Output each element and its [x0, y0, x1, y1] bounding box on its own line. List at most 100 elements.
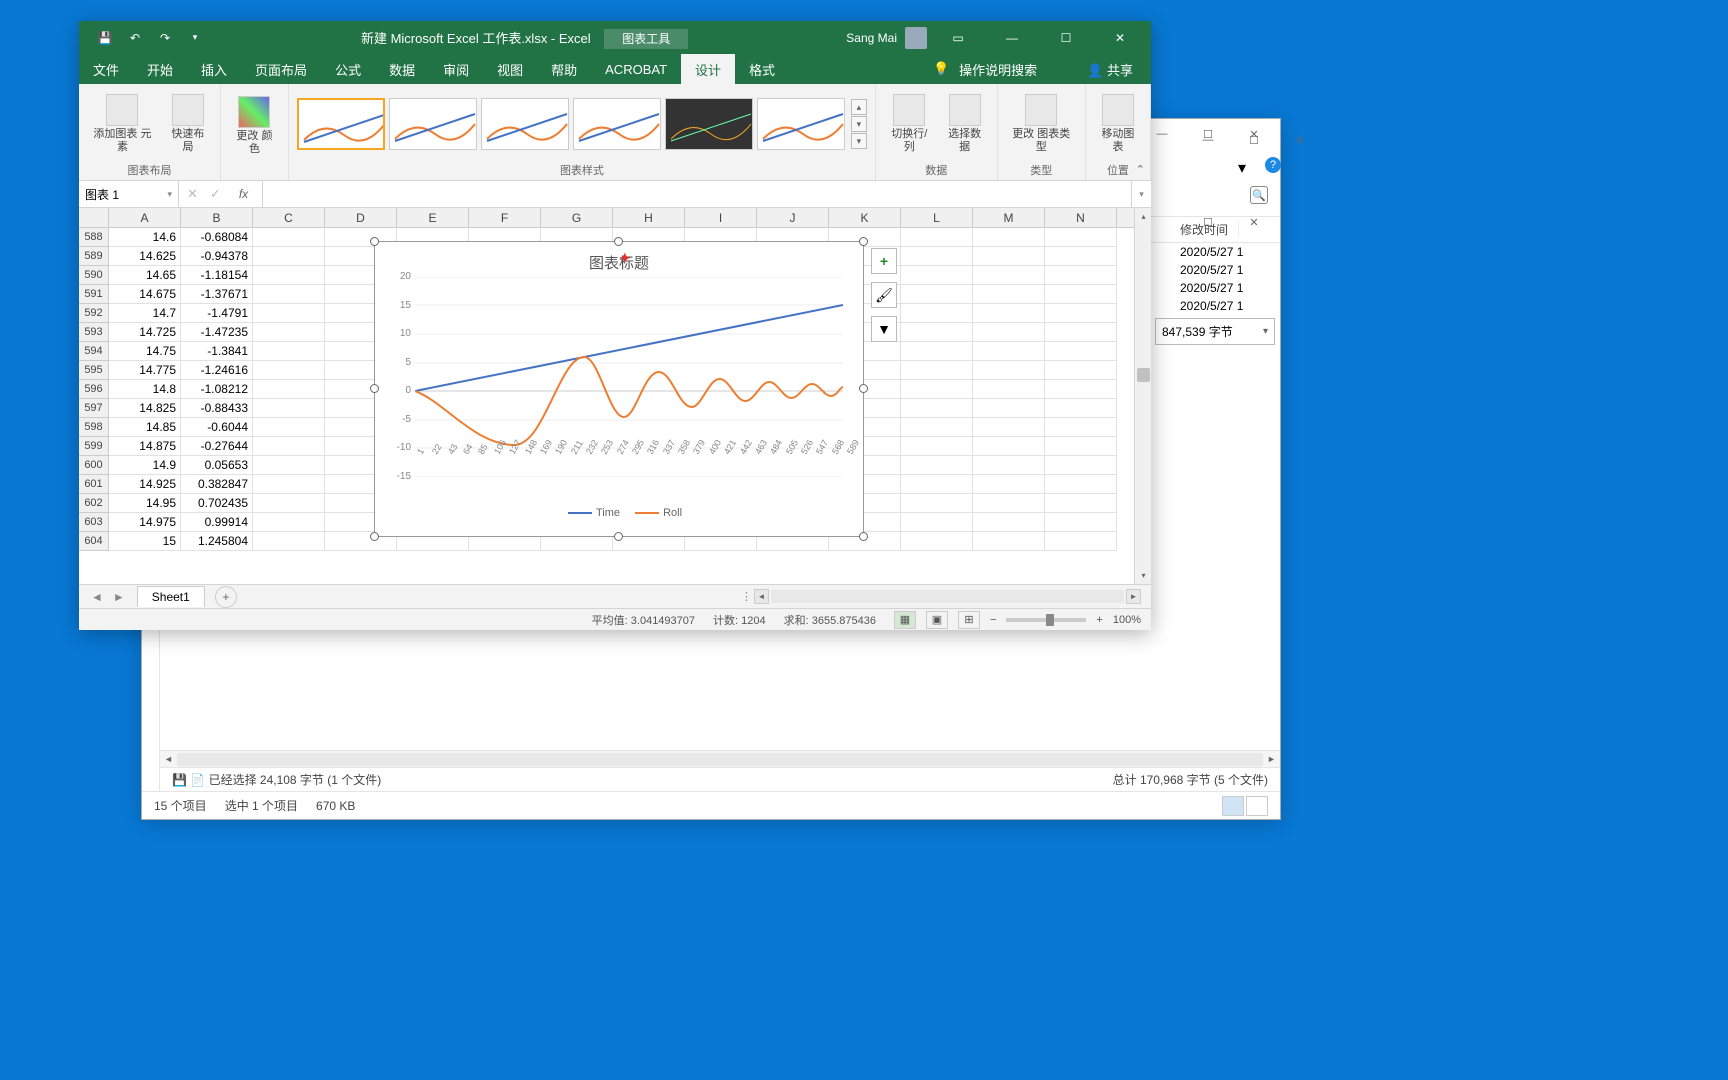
cell[interactable]: -0.94378 [181, 247, 253, 266]
undo-icon[interactable]: ↶ [127, 30, 143, 46]
cell[interactable]: 0.702435 [181, 494, 253, 513]
cell[interactable]: 14.875 [109, 437, 181, 456]
ribbon-tab-文件[interactable]: 文件 [79, 54, 133, 84]
select-data-button[interactable]: 选择数据 [941, 92, 989, 156]
ribbon-tab-ACROBAT[interactable]: ACROBAT [591, 54, 681, 84]
quick-layout-button[interactable]: 快速布局 [164, 92, 212, 156]
cell[interactable] [253, 361, 325, 380]
chart-resize-handle[interactable] [859, 384, 868, 393]
ribbon-tab-设计[interactable]: 设计 [681, 54, 735, 84]
ribbon-tab-插入[interactable]: 插入 [187, 54, 241, 84]
secondary-minimize-button[interactable]: — [1186, 126, 1230, 154]
cell[interactable] [253, 342, 325, 361]
cell[interactable] [253, 266, 325, 285]
column-header[interactable]: H [613, 208, 685, 227]
cell[interactable]: 0.99914 [181, 513, 253, 532]
cell[interactable] [973, 342, 1045, 361]
cell[interactable]: -1.18154 [181, 266, 253, 285]
cell[interactable]: -1.4791 [181, 304, 253, 323]
vertical-scrollbar[interactable]: ▴ ▾ [1134, 208, 1151, 584]
row-header[interactable]: 601 [79, 475, 109, 494]
scroll-thumb[interactable] [1137, 368, 1150, 382]
cell[interactable] [253, 304, 325, 323]
tell-me-search[interactable]: 操作说明搜索 [959, 60, 1037, 79]
cell[interactable] [1045, 513, 1117, 532]
hscroll-split-icon[interactable]: ⋮ [741, 590, 752, 603]
ribbon-tab-审阅[interactable]: 审阅 [429, 54, 483, 84]
zoom-level[interactable]: 100% [1113, 614, 1141, 626]
cell[interactable] [1045, 399, 1117, 418]
chart-style-5[interactable] [665, 98, 753, 150]
cell[interactable] [253, 228, 325, 247]
cell[interactable] [253, 532, 325, 551]
cell[interactable] [973, 494, 1045, 513]
cell[interactable] [973, 361, 1045, 380]
row-header[interactable]: 600 [79, 456, 109, 475]
cell[interactable]: -1.24616 [181, 361, 253, 380]
column-header[interactable]: E [397, 208, 469, 227]
cell[interactable] [901, 532, 973, 551]
cell[interactable] [973, 456, 1045, 475]
tell-me-icon[interactable]: 💡 [933, 61, 949, 77]
cell[interactable]: 14.975 [109, 513, 181, 532]
size-dropdown[interactable]: 847,539 字节 [1155, 318, 1275, 345]
scroll-down-button[interactable]: ▾ [1135, 567, 1151, 584]
chart-resize-handle[interactable] [614, 532, 623, 541]
scroll-up-button[interactable]: ▴ [1135, 208, 1151, 225]
explorer-horizontal-scrollbar[interactable]: ◄ ► [160, 750, 1280, 767]
cell[interactable] [1045, 323, 1117, 342]
user-account[interactable]: Sang Mai [846, 27, 927, 49]
row-header[interactable]: 596 [79, 380, 109, 399]
cell[interactable] [901, 380, 973, 399]
add-sheet-button[interactable]: + [215, 586, 237, 608]
row-header[interactable]: 598 [79, 418, 109, 437]
cancel-formula-icon[interactable]: ✕ [187, 186, 198, 202]
cell[interactable]: 14.725 [109, 323, 181, 342]
column-header[interactable]: A [109, 208, 181, 227]
cell[interactable] [1045, 342, 1117, 361]
cell[interactable]: 14.625 [109, 247, 181, 266]
cell[interactable] [901, 247, 973, 266]
cell[interactable] [253, 475, 325, 494]
chart-style-1[interactable] [297, 98, 385, 150]
row-header[interactable]: 602 [79, 494, 109, 513]
cell[interactable] [1045, 266, 1117, 285]
cell[interactable] [253, 513, 325, 532]
expand-formula-bar-button[interactable]: ▾ [1131, 181, 1151, 207]
sheet-tab[interactable]: Sheet1 [137, 586, 205, 607]
chart-elements-button[interactable]: + [871, 248, 897, 274]
close-button[interactable]: ✕ [1097, 21, 1143, 54]
chart-filters-button[interactable]: ▼ [871, 316, 897, 342]
chart-styles-button[interactable]: 🖌 [871, 282, 897, 308]
cell[interactable] [253, 247, 325, 266]
cell[interactable] [973, 380, 1045, 399]
ribbon-tab-开始[interactable]: 开始 [133, 54, 187, 84]
cell[interactable]: -0.88433 [181, 399, 253, 418]
cell[interactable]: -1.47235 [181, 323, 253, 342]
zoom-in-button[interactable]: + [1096, 614, 1102, 626]
column-header[interactable]: G [541, 208, 613, 227]
explorer-sidebar-item[interactable]: 🎵音乐 [142, 721, 160, 765]
column-header[interactable]: N [1045, 208, 1117, 227]
cell[interactable] [253, 380, 325, 399]
row-header[interactable]: 604 [79, 532, 109, 551]
cell[interactable] [973, 475, 1045, 494]
cell[interactable] [1045, 437, 1117, 456]
view-normal-button[interactable]: ▦ [894, 611, 916, 629]
cell[interactable]: 0.05653 [181, 456, 253, 475]
ribbon-tab-格式[interactable]: 格式 [735, 54, 789, 84]
secondary-close-button[interactable]: ✕ [1278, 126, 1322, 154]
switch-row-col-button[interactable]: 切换行/列 [884, 92, 935, 156]
tertiary-close-button[interactable]: ✕ [1232, 208, 1276, 236]
cell[interactable] [1045, 494, 1117, 513]
ribbon-tab-数据[interactable]: 数据 [375, 54, 429, 84]
scroll-right-button[interactable]: ► [1263, 751, 1280, 768]
explorer-view-icons-button[interactable] [1246, 796, 1268, 816]
ribbon-tab-帮助[interactable]: 帮助 [537, 54, 591, 84]
cell[interactable] [973, 247, 1045, 266]
cell[interactable] [973, 228, 1045, 247]
column-header[interactable]: D [325, 208, 397, 227]
cell[interactable] [901, 342, 973, 361]
cell[interactable] [901, 456, 973, 475]
column-header[interactable]: J [757, 208, 829, 227]
